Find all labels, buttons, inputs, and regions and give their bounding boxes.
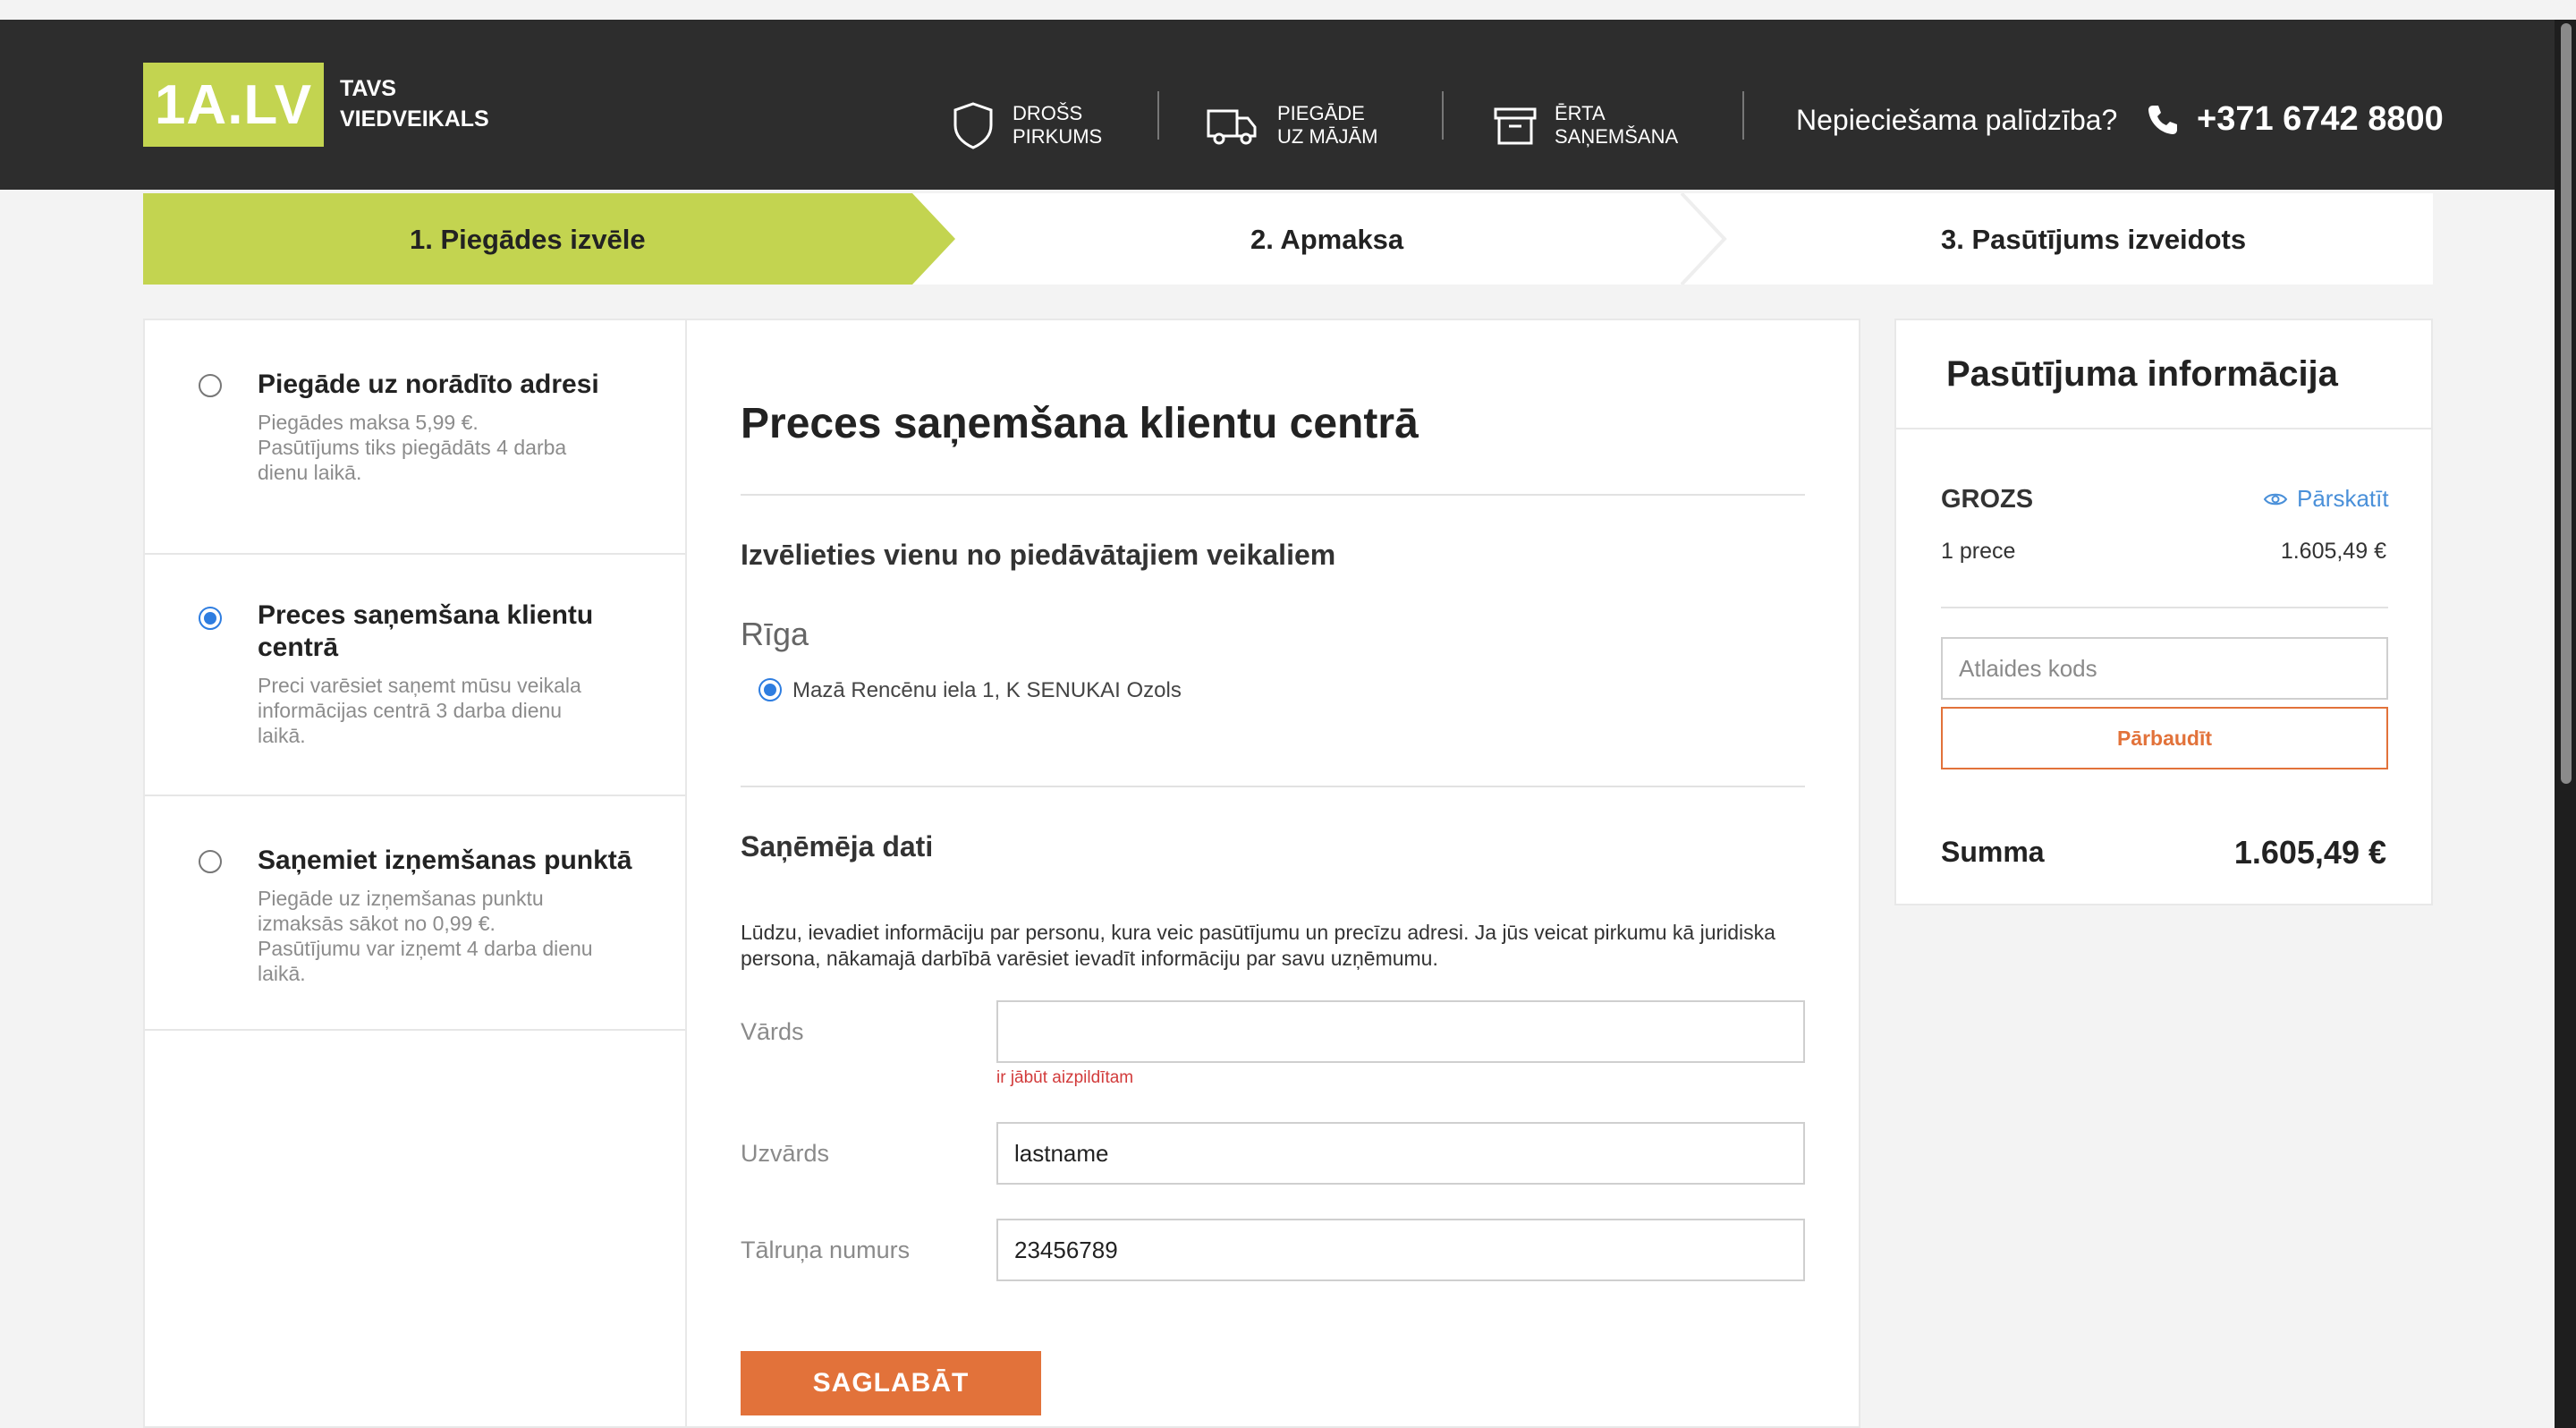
logo[interactable]: 1A.LV	[143, 63, 324, 147]
shield-icon	[953, 102, 993, 149]
review-label[interactable]: Pārskatīt	[2297, 485, 2389, 513]
radio-store[interactable]	[758, 678, 782, 701]
sum-label: Summa	[1941, 836, 2045, 868]
help-text: Nepieciešama palīdzība?	[1796, 104, 2118, 136]
divider	[1157, 91, 1159, 140]
item-price: 1.605,49 €	[2280, 539, 2386, 564]
save-button[interactable]: SAGLABĀT	[741, 1351, 1041, 1415]
site-header: 1A.LV TAVS VIEDVEIKALS DROŠS PIRKUMS PIE…	[0, 20, 2555, 190]
step-payment[interactable]: 2. Apmaksa	[1250, 224, 1403, 256]
sum-value: 1.605,49 €	[2233, 834, 2386, 871]
phone-label: Tālruņa numurs	[741, 1237, 911, 1263]
scrollbar-thumb[interactable]	[2561, 23, 2572, 784]
first-name-error: ir jābūt aizpildītam	[996, 1068, 1134, 1087]
feature-easy-pickup: ĒRTA SAŅEMŠANA	[1488, 89, 1680, 161]
check-coupon-button[interactable]: Pārbaudīt	[1941, 707, 2388, 769]
feature-label: ĒRTA SAŅEMŠANA	[1555, 102, 1679, 148]
eye-icon	[2263, 493, 2288, 505]
option-title[interactable]: Saņemiet izņemšanas punktā	[258, 845, 633, 877]
delivery-option-address[interactable]: Piegāde uz norādīto adresi Piegādes maks…	[145, 320, 689, 555]
truck-icon	[1207, 109, 1257, 145]
checkout-steps: 1. Piegādes izvēle 2. Apmaksa 3. Pasūtīj…	[143, 193, 2433, 285]
divider	[1941, 607, 2388, 608]
last-name-input[interactable]	[996, 1122, 1805, 1185]
coupon-input[interactable]	[1941, 637, 2388, 700]
feature-home-delivery: PIEGĀDE UZ MĀJĀM	[1199, 89, 1402, 161]
option-title[interactable]: Preces saņemšana klientu centrā	[258, 599, 633, 664]
cart-label: GROZS	[1941, 485, 2034, 514]
phone-input[interactable]	[996, 1219, 1805, 1281]
delivery-option-customer-center[interactable]: Preces saņemšana klientu centrā Preci va…	[145, 555, 689, 796]
divider	[741, 494, 1805, 496]
option-description: Piegāde uz izņemšanas punktu izmaksās sā…	[258, 887, 593, 985]
step-order-created[interactable]: 3. Pasūtījums izveidots	[1941, 224, 2246, 256]
review-link[interactable]: Pārskatīt	[2263, 485, 2389, 513]
item-count: 1 prece	[1941, 539, 2016, 564]
divider	[1742, 91, 1744, 140]
option-description: Preci varēsiet saņemt mūsu veikala infor…	[258, 674, 581, 747]
store-heading: Izvēlieties vienu no piedāvātajiem veika…	[741, 539, 1336, 571]
feature-label: PIEGĀDE UZ MĀJĀM	[1277, 102, 1378, 148]
phone-icon	[2148, 106, 2177, 134]
store-label[interactable]: Mazā Rencēnu iela 1, K SENUKAI Ozols	[792, 678, 1182, 703]
feature-label: DROŠS PIRKUMS	[1013, 102, 1103, 148]
city-label: Rīga	[741, 616, 809, 652]
main-panel: Preces saņemšana klientu centrā Izvēliet…	[685, 319, 1860, 1428]
first-name-input[interactable]	[996, 1000, 1805, 1063]
summary-title: Pasūtījuma informācija	[1946, 354, 2338, 394]
option-title[interactable]: Piegāde uz norādīto adresi	[258, 369, 633, 401]
box-icon	[1494, 107, 1537, 145]
recipient-heading: Saņēmēja dati	[741, 830, 934, 863]
last-name-label: Uzvārds	[741, 1140, 830, 1167]
phone-number[interactable]: +371 6742 8800	[2197, 100, 2444, 139]
first-name-label: Vārds	[741, 1018, 804, 1045]
logo-tagline: TAVS VIEDVEIKALS	[340, 76, 489, 132]
step-delivery[interactable]: 1. Piegādes izvēle	[410, 224, 646, 256]
option-description: Piegādes maksa 5,99 €. Pasūtījums tiks p…	[258, 411, 567, 484]
delivery-option-pickup-point[interactable]: Saņemiet izņemšanas punktā Piegāde uz iz…	[145, 796, 689, 1031]
delivery-options-panel: Piegāde uz norādīto adresi Piegādes maks…	[143, 319, 689, 1428]
radio-pickup-point[interactable]	[199, 850, 222, 873]
top-strip	[0, 0, 2576, 20]
radio-address[interactable]	[199, 374, 222, 397]
radio-customer-center[interactable]	[199, 607, 222, 630]
step-separator	[1680, 193, 1727, 285]
order-summary-panel: Pasūtījuma informācija GROZS Pārskatīt 1…	[1894, 319, 2433, 905]
info-text: Lūdzu, ievadiet informāciju par personu,…	[741, 921, 1775, 970]
divider	[1442, 91, 1444, 140]
page-title: Preces saņemšana klientu centrā	[741, 400, 1419, 447]
divider	[741, 786, 1805, 787]
feature-secure-purchase: DROŠS PIRKUMS	[946, 89, 1138, 161]
divider	[1896, 428, 2431, 429]
